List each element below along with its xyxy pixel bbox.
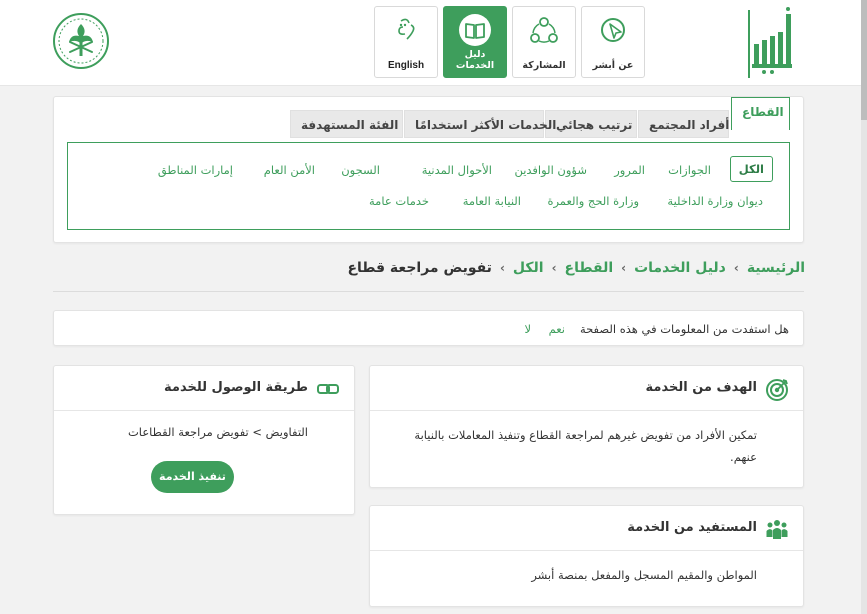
nav-participation[interactable]: المشاركة: [512, 6, 576, 78]
nav-english[interactable]: English: [374, 6, 438, 78]
breadcrumb-separator: ›: [551, 261, 557, 275]
link-icon: [317, 384, 339, 394]
breadcrumb: الرئيسية › دليل الخدمات › القطاع › الكل › تفويض …: [347, 260, 805, 282]
share-nodes-icon: [530, 17, 558, 43]
access-card-header: طريقة الوصول للخدمة: [54, 366, 354, 411]
breadcrumb-separator: ›: [499, 261, 505, 275]
beneficiary-card-header: المستفيد من الخدمة: [370, 506, 803, 551]
tab-community-members[interactable]: أفراد المجتمع: [638, 110, 729, 138]
filter-expatriates[interactable]: شؤون الوافدين: [514, 163, 587, 177]
filter-civil-affairs[interactable]: الأحوال المدنية: [422, 163, 492, 177]
service-goal-card: الهدف من الخدمة تمكين الأفراد من تفويض غ…: [369, 365, 804, 488]
tab-most-used[interactable]: الخدمات الأكثر استخدامًا: [404, 110, 556, 138]
feedback-no-link[interactable]: لا: [524, 322, 531, 336]
breadcrumb-separator: ›: [621, 261, 627, 275]
breadcrumb-all[interactable]: الكل: [513, 260, 544, 276]
page-title: تفويض مراجعة قطاع: [347, 260, 492, 276]
goal-title: الهدف من الخدمة: [645, 380, 757, 395]
beneficiary-title: المستفيد من الخدمة: [627, 520, 757, 535]
nav-services-guide[interactable]: دليل الخدمات: [443, 6, 507, 78]
filter-hajj-umrah[interactable]: وزارة الحج والعمرة: [547, 194, 639, 208]
nav-about-absher[interactable]: عن أبشر: [581, 6, 645, 78]
cursor-circle-icon: [601, 18, 625, 42]
filter-moi-diwan[interactable]: ديوان وزارة الداخلية: [667, 194, 763, 208]
feedback-yes-link[interactable]: نعم: [549, 322, 565, 336]
divider: [53, 291, 804, 292]
breadcrumb-separator: ›: [733, 261, 739, 275]
goal-text: تمكين الأفراد من تفويض غيرهم لمراجعة الق…: [414, 428, 757, 464]
saudi-emblem-logo: [53, 13, 109, 69]
scrollbar-thumb[interactable]: [861, 0, 867, 120]
top-header: عن أبشر المشاركة دليل الخدمات English: [0, 0, 867, 86]
nav-participation-label: المشاركة: [522, 60, 566, 71]
tab-sector[interactable]: القطاع: [731, 97, 790, 130]
filter-all[interactable]: الكل: [729, 156, 773, 182]
breadcrumb-sector[interactable]: القطاع: [565, 260, 614, 276]
filter-passports[interactable]: الجوازات: [668, 163, 711, 177]
target-icon: [766, 379, 788, 401]
filter-public-prosecution[interactable]: النيابة العامة: [463, 194, 521, 208]
feedback-question: هل استفدت من المعلومات في هذه الصفحة: [579, 322, 789, 336]
book-icon: [459, 14, 491, 46]
nav-about-label: عن أبشر: [592, 60, 634, 71]
page-scrollbar[interactable]: [861, 0, 867, 614]
filter-public-security[interactable]: الأمن العام: [264, 163, 315, 177]
access-title: طريقة الوصول للخدمة: [164, 380, 308, 395]
nav-services-guide-label: دليل الخدمات: [455, 49, 495, 71]
users-group-icon: [766, 520, 788, 539]
beneficiary-text: المواطن والمقيم المسجل والمفعل بمنصة أبش…: [531, 568, 757, 582]
service-beneficiary-card: المستفيد من الخدمة المواطن والمقيم المسج…: [369, 505, 804, 607]
feedback-bar: هل استفدت من المعلومات في هذه الصفحة نعم…: [53, 310, 804, 346]
filter-prisons[interactable]: السجون: [341, 163, 380, 177]
filter-traffic[interactable]: المرور: [614, 163, 645, 177]
tab-target-group[interactable]: الفئة المستهدفة: [290, 110, 403, 138]
access-path: التفاويض > تفويض مراجعة القطاعات: [127, 425, 308, 439]
sector-filter-card: القطاع أفراد المجتمع ترتيب هجائي الخدمات…: [53, 96, 804, 243]
goal-card-header: الهدف من الخدمة: [370, 366, 803, 411]
service-access-card: طريقة الوصول للخدمة التفاويض > تفويض مرا…: [53, 365, 355, 515]
filter-regional-emirates[interactable]: إمارات المناطق: [158, 163, 233, 177]
nav-english-label: English: [387, 60, 425, 71]
execute-service-button[interactable]: تنفيذ الخدمة: [151, 461, 234, 493]
breadcrumb-services-guide[interactable]: دليل الخدمات: [634, 260, 726, 276]
absher-logo[interactable]: [746, 6, 796, 78]
breadcrumb-home[interactable]: الرئيسية: [747, 260, 805, 276]
tab-alphabetical[interactable]: ترتيب هجائي: [545, 110, 637, 138]
filter-general-services[interactable]: خدمات عامة: [369, 194, 429, 208]
sector-filter-box: الكل الجوازات المرور شؤون الوافدين الأحو…: [67, 142, 790, 230]
language-icon: [398, 18, 415, 40]
